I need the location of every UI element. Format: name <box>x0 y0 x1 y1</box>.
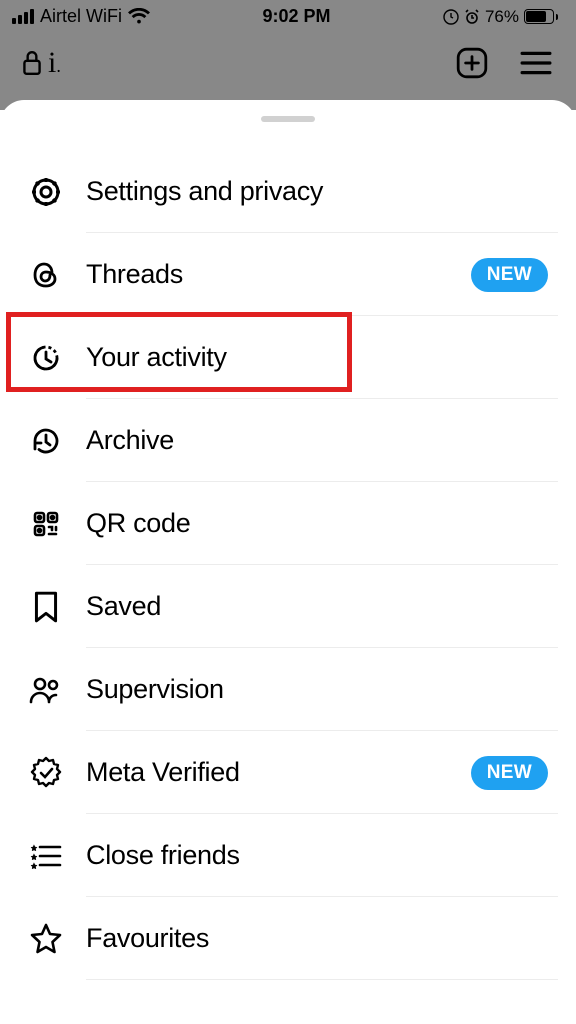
orientation-lock-icon <box>443 9 459 25</box>
qr-icon <box>28 506 64 542</box>
verified-icon <box>28 755 64 791</box>
menu-meta-verified[interactable]: Meta Verified NEW <box>0 731 576 814</box>
settings-icon <box>28 174 64 210</box>
new-badge: NEW <box>471 756 548 790</box>
menu-label: Meta Verified <box>86 757 240 788</box>
supervision-icon <box>28 672 64 708</box>
threads-icon <box>28 257 64 293</box>
menu-label: Saved <box>86 591 161 622</box>
carrier-label: Airtel WiFi <box>40 6 122 27</box>
activity-icon <box>28 340 64 376</box>
menu-your-activity[interactable]: Your activity <box>0 316 576 399</box>
saved-icon <box>28 589 64 625</box>
profile-header: i. <box>0 31 576 91</box>
lock-icon <box>22 50 42 76</box>
menu-label: Your activity <box>86 342 227 373</box>
menu-button[interactable] <box>518 45 554 81</box>
favourites-icon <box>28 921 64 957</box>
clock: 9:02 PM <box>262 6 330 27</box>
drag-handle[interactable] <box>261 116 315 122</box>
wifi-icon <box>128 8 150 26</box>
menu-archive[interactable]: Archive <box>0 399 576 482</box>
menu-settings[interactable]: Settings and privacy <box>0 150 576 233</box>
menu-sheet: Settings and privacy Threads NEW Your ac… <box>0 100 576 1024</box>
signal-icon <box>12 9 34 24</box>
menu-label: Supervision <box>86 674 224 705</box>
menu-label: Close friends <box>86 840 240 871</box>
battery-icon <box>524 9 558 24</box>
menu-threads[interactable]: Threads NEW <box>0 233 576 316</box>
battery-percent: 76% <box>485 7 519 27</box>
menu-label: Favourites <box>86 923 209 954</box>
menu-label: QR code <box>86 508 190 539</box>
profile-username[interactable]: i. <box>22 46 61 80</box>
menu-saved[interactable]: Saved <box>0 565 576 648</box>
menu-label: Archive <box>86 425 174 456</box>
create-button[interactable] <box>454 45 490 81</box>
alarm-icon <box>464 9 480 25</box>
archive-icon <box>28 423 64 459</box>
menu-label: Settings and privacy <box>86 176 323 207</box>
menu-label: Threads <box>86 259 183 290</box>
status-bar: Airtel WiFi 9:02 PM 76% <box>0 0 576 31</box>
menu-supervision[interactable]: Supervision <box>0 648 576 731</box>
menu-favourites[interactable]: Favourites <box>0 897 576 980</box>
menu-close-friends[interactable]: Close friends <box>0 814 576 897</box>
menu-qr-code[interactable]: QR code <box>0 482 576 565</box>
new-badge: NEW <box>471 258 548 292</box>
close-friends-icon <box>28 838 64 874</box>
